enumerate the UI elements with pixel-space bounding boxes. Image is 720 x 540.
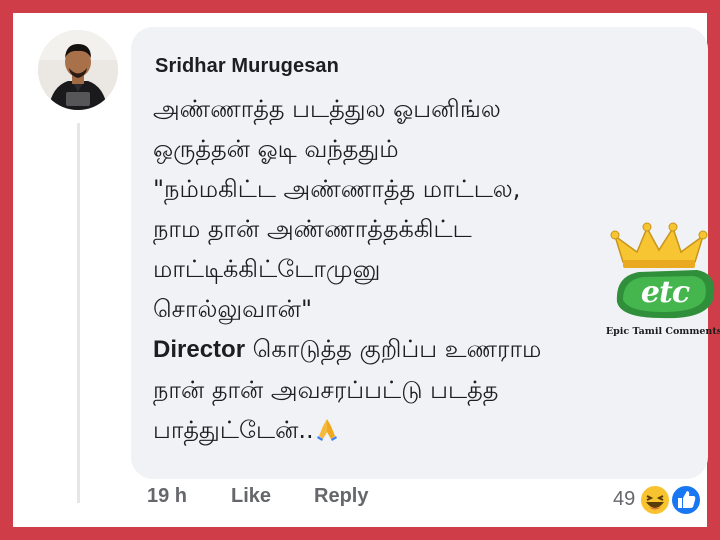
comment-line: ஒருத்தன் ஓடி வந்ததும் xyxy=(153,135,399,163)
comment-line: அண்ணாத்த படத்துல ஓபனிங்ல xyxy=(153,95,501,123)
comment-line: Director கொடுத்த குறிப்ப உணராம xyxy=(153,329,603,370)
comment-line: "நம்மகிட்ட அண்ணாத்த மாட்டல, xyxy=(153,175,521,203)
comment-line: மாட்டிக்கிட்டோமுனு xyxy=(153,255,381,283)
like-button[interactable]: Like xyxy=(231,485,271,508)
author-name[interactable]: Sridhar Murugesan xyxy=(155,55,339,78)
like-icon xyxy=(669,483,703,517)
comment-text: அண்ணாத்த படத்துல ஓபனிங்ல ஒருத்தன் ஓடி வந… xyxy=(153,89,603,450)
comment-line-text: பாத்துட்டேன்.. xyxy=(153,416,314,444)
profile-photo xyxy=(38,30,118,110)
avatar[interactable] xyxy=(38,30,118,110)
comment-bubble: Sridhar Murugesan அண்ணாத்த படத்துல ஓபனிங… xyxy=(131,27,720,479)
comment-line: நாம தான் அண்ணாத்தக்கிட்ட xyxy=(153,215,472,243)
logo-caption: Epic Tamil Comments xyxy=(605,326,720,337)
reaction-count: 49 xyxy=(613,488,636,510)
comment-line: நான் தான் அவசரப்பட்டு படத்த xyxy=(153,376,499,404)
folded-hands-icon xyxy=(314,414,340,441)
etc-watermark: etc Epic Tamil Comments xyxy=(601,222,720,342)
comment-line-rest: கொடுத்த குறிப்ப உணராம xyxy=(245,335,542,363)
post-card: Sridhar Murugesan அண்ணாத்த படத்துல ஓபனிங… xyxy=(13,13,720,527)
comment-line: பாத்துட்டேன்.. xyxy=(153,410,603,450)
reaction-summary[interactable]: 49 xyxy=(613,483,713,517)
haha-icon xyxy=(638,483,672,517)
comment-line: சொல்லுவான்" xyxy=(153,295,312,323)
reply-button[interactable]: Reply xyxy=(314,485,368,508)
crown-logo-icon xyxy=(610,222,715,319)
director-word: Director xyxy=(153,336,246,363)
timestamp[interactable]: 19 h xyxy=(147,485,187,508)
logo-text: etc xyxy=(640,275,690,310)
thread-line xyxy=(77,123,80,503)
